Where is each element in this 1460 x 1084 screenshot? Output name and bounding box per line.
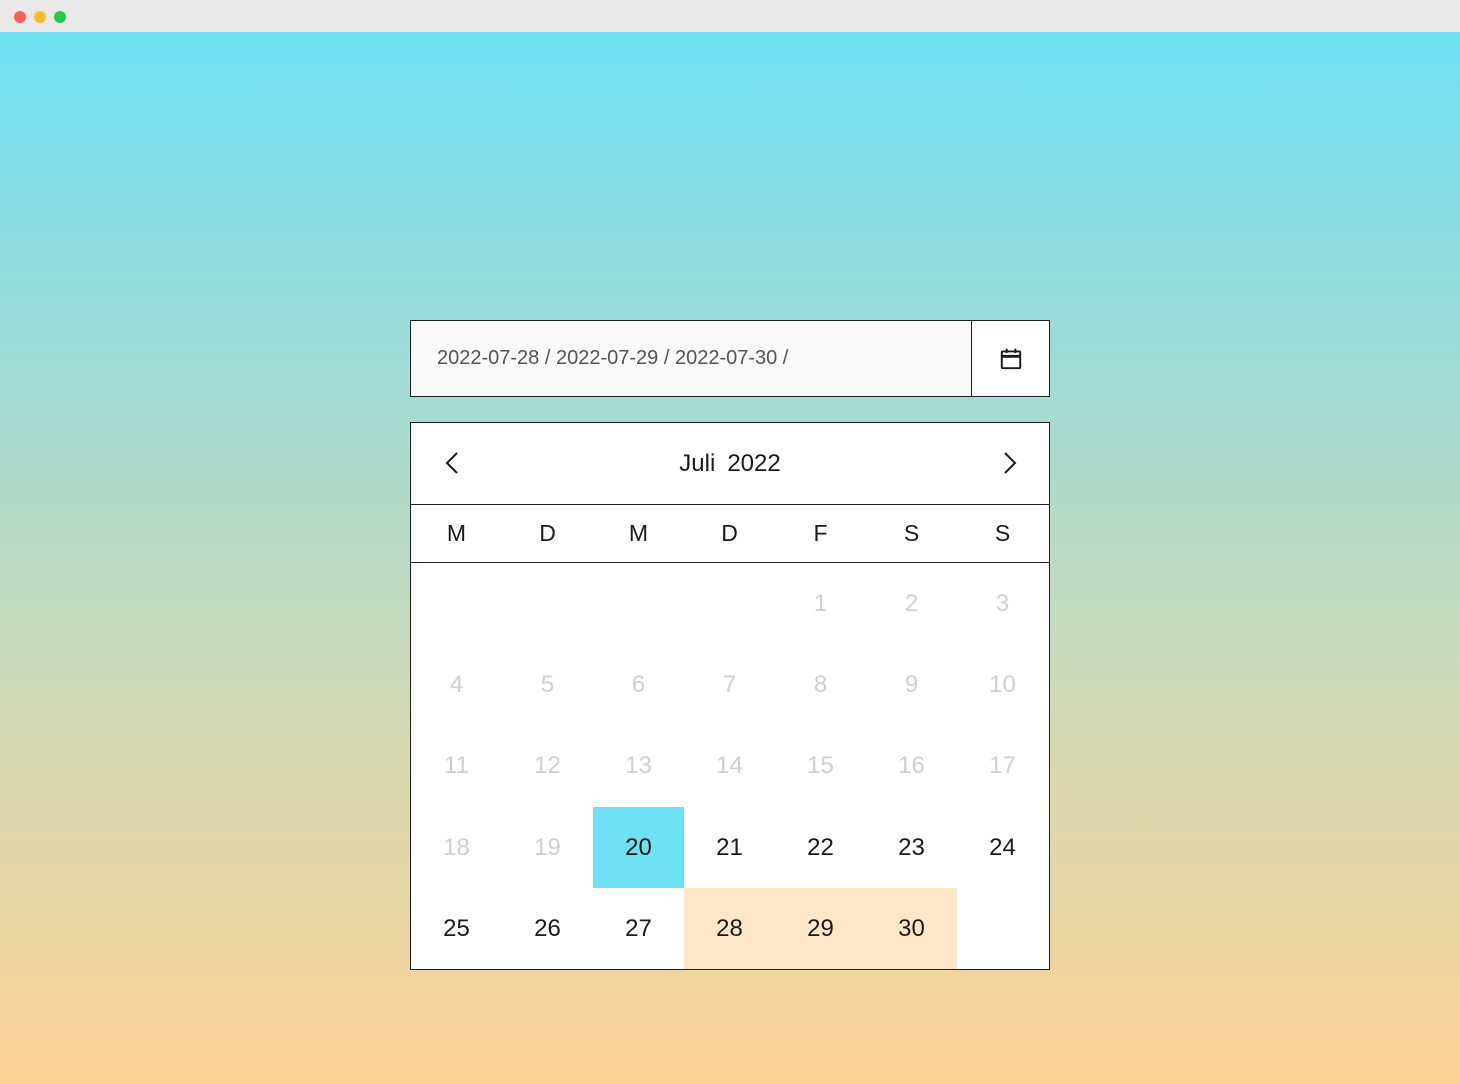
weekday-label: D [721,520,738,546]
day-cell-17: 17 [989,751,1016,779]
minimize-window-button[interactable] [34,11,46,23]
chevron-left-icon [445,452,458,474]
day-cell-7: 7 [722,670,737,698]
day-cell-13: 13 [625,751,652,779]
day-cell-18: 18 [443,833,470,861]
day-cell-6: 6 [631,670,646,698]
day-cell-14: 14 [716,751,743,779]
date-input[interactable] [411,321,972,396]
day-cell-27[interactable]: 27 [593,888,684,969]
calendar-header: Juli 2022 [411,423,1049,505]
weekday-label: S [994,520,1011,546]
day-cell-8: 8 [813,670,828,698]
day-cell-12: 12 [534,751,561,779]
day-cell-5: 5 [540,670,555,698]
day-cell-1: 1 [813,589,828,617]
month-year-label: Juli 2022 [411,423,1049,504]
browser-window: Juli 2022 M D M D F [0,0,1460,1084]
day-cell-3: 3 [995,589,1010,617]
weekday-label: M [446,520,467,546]
window-titlebar [0,0,1460,32]
weekday-label: M [628,520,649,546]
prev-month-button[interactable] [433,443,473,483]
day-cell-15: 15 [807,751,834,779]
day-cell-11: 11 [444,751,469,779]
day-cell-30[interactable]: 30 [866,888,957,969]
day-cell-2: 2 [904,589,919,617]
weekday-label: D [539,520,556,546]
chevron-right-icon [1004,452,1017,474]
next-month-button[interactable] [989,443,1029,483]
calendar-icon [1000,348,1022,369]
weekday-label: S [903,520,920,546]
date-field [410,320,1050,397]
day-cell-29[interactable]: 29 [775,888,866,969]
month-label: Juli [679,449,716,477]
day-cell-10: 10 [989,670,1016,698]
day-cell-22[interactable]: 22 [775,807,866,888]
year-label: 2022 [727,449,781,477]
day-cell-4: 4 [449,670,464,698]
day-cell-28[interactable]: 28 [684,888,775,969]
calendar-toggle-button[interactable] [973,321,1049,396]
weekday-header-row: M D M D F S S [411,505,1049,563]
weekday-label: F [813,520,828,546]
maximize-window-button[interactable] [54,11,66,23]
day-cell-19: 19 [534,833,561,861]
day-cell-24[interactable]: 24 [957,807,1048,888]
day-cell-23[interactable]: 23 [866,807,957,888]
day-grid: 1 2 3 4 5 6 7 8 9 10 11 12 13 14 15 16 17 18 19 20 21 22 23 24 2… [411,563,1049,969]
close-window-button[interactable] [14,11,26,23]
day-cell-9: 9 [904,670,919,698]
day-cell-20[interactable]: 20 [593,807,684,888]
day-cell-25[interactable]: 25 [411,888,502,969]
calendar-popup: Juli 2022 M D M D F S S 1 2 3 4 5 6 7 8 … [410,422,1050,970]
day-cell-26[interactable]: 26 [502,888,593,969]
page-background: Juli 2022 M D M D F [0,32,1460,1084]
day-cell-16: 16 [898,751,925,779]
day-cell-21[interactable]: 21 [684,807,775,888]
